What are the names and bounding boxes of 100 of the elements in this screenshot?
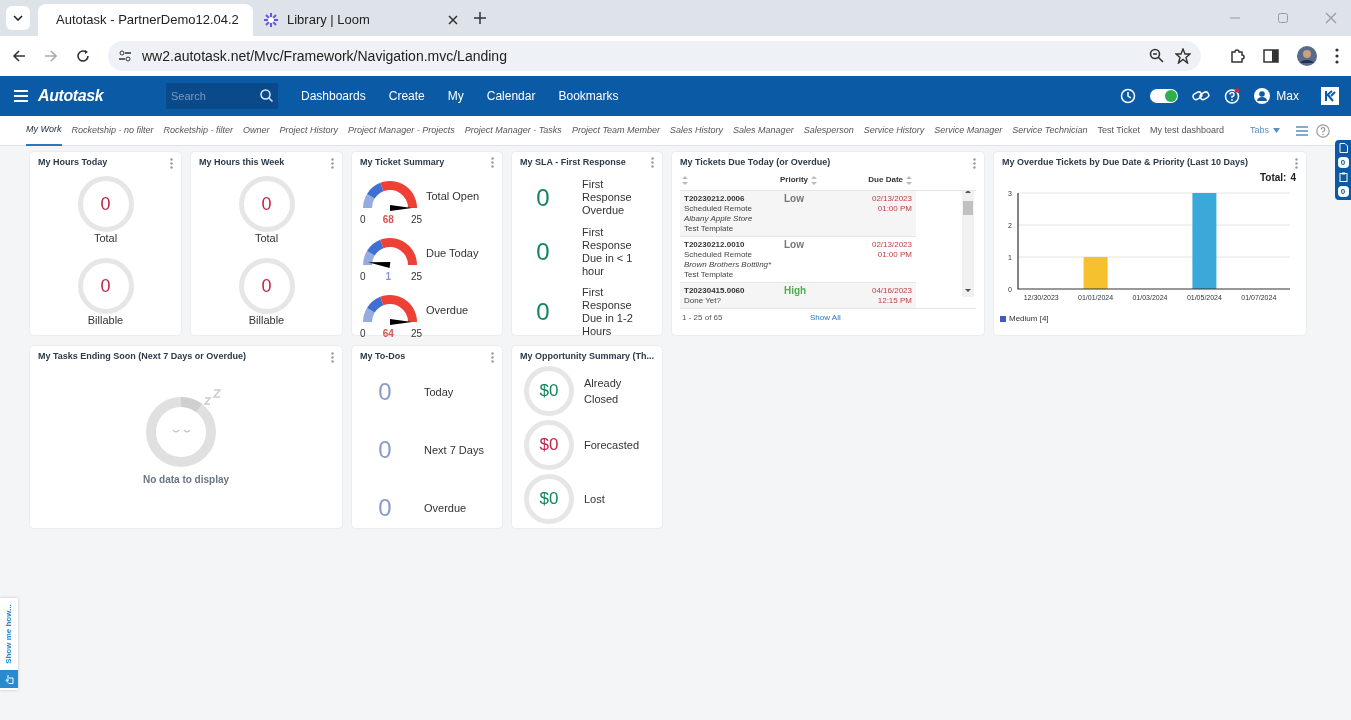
- menu-icon[interactable]: [14, 90, 28, 102]
- help-tab-label[interactable]: Show me how...: [3, 598, 15, 670]
- ticket-row[interactable]: T20230415.0060 Done Yet? High 04/16/2023 12:15 PM: [680, 283, 916, 308]
- opportunity-label: Lost: [584, 491, 605, 507]
- nav-link[interactable]: Bookmarks: [558, 87, 619, 105]
- kebab-menu-icon[interactable]: [491, 157, 494, 169]
- kebab-menu-icon[interactable]: [651, 157, 654, 169]
- back-icon[interactable]: [12, 49, 26, 63]
- gauge-needle: [368, 261, 391, 268]
- priority-text: Low: [784, 239, 804, 250]
- ticket-row[interactable]: T20230212.0006 Scheduled Remote Albany Apple Store Test Template Low 02/13/2023 01:00 PM: [680, 191, 916, 237]
- column-header[interactable]: Due Date: [852, 174, 912, 186]
- scrollbar[interactable]: [962, 191, 974, 297]
- site-icon: [263, 12, 279, 28]
- reload-icon[interactable]: [76, 49, 90, 63]
- document-icon[interactable]: [1338, 143, 1348, 153]
- kebab-menu-icon[interactable]: [973, 157, 976, 169]
- gauge-max: 25: [410, 213, 422, 225]
- counter-badge: 0: [1337, 157, 1349, 168]
- dashboard-tab[interactable]: Project Team Member: [571, 115, 661, 146]
- tab-list-button[interactable]: [6, 6, 30, 30]
- dashboard-tab[interactable]: Sales Manager: [733, 115, 794, 146]
- nav-link[interactable]: Calendar: [486, 87, 536, 105]
- dashboard-tab[interactable]: Rocketship - filter: [163, 115, 234, 146]
- browser-tab[interactable]: Library | Loom: [253, 4, 468, 36]
- due-date: 04/16/2023: [871, 286, 912, 296]
- ring-value: 0: [77, 258, 134, 314]
- gauge-min: 0: [360, 327, 366, 339]
- nav-link[interactable]: Create: [388, 87, 425, 105]
- dashboard-tab[interactable]: Project History: [279, 115, 339, 146]
- gauge-min: 0: [360, 213, 366, 225]
- nav-link[interactable]: My: [447, 87, 464, 105]
- extensions-icon[interactable]: [1229, 48, 1245, 64]
- avatar-icon[interactable]: [1297, 46, 1317, 66]
- dashboard-tab[interactable]: My Work: [26, 115, 62, 146]
- kebab-menu-icon[interactable]: [331, 157, 334, 169]
- show-all-link[interactable]: Show All: [810, 311, 841, 324]
- ring-value: $0: [524, 474, 574, 524]
- total-label: Total:: [1259, 171, 1287, 185]
- count-value: 0: [377, 435, 393, 465]
- side-panel-icon[interactable]: [1263, 48, 1279, 64]
- ticket-type: Scheduled Remote: [684, 250, 754, 260]
- dashboard-tab[interactable]: Sales History: [670, 115, 724, 146]
- clock-icon[interactable]: [1120, 88, 1137, 104]
- due-date: 02/13/2023: [871, 240, 912, 250]
- gauge-max: 25: [410, 270, 422, 282]
- tabs-menu-button[interactable]: Tabs: [1250, 123, 1281, 138]
- kebab-menu-icon[interactable]: [491, 351, 494, 363]
- count-value: 0: [535, 236, 551, 267]
- dashboard-tab[interactable]: Rocketship - no filter: [71, 115, 154, 146]
- link-icon[interactable]: [1192, 89, 1211, 103]
- bookmark-star-icon[interactable]: [1175, 48, 1191, 64]
- ring-label: Billable: [248, 314, 285, 326]
- paging-text: 1 - 25 of 65: [681, 311, 724, 324]
- chart-bar[interactable]: [1083, 257, 1108, 289]
- search-icon[interactable]: [260, 89, 273, 102]
- column-header[interactable]: Priority: [776, 174, 852, 186]
- ticket-row[interactable]: T20230212.0010 Scheduled Remote Brown Brothers Bottling* Test Template Low 02/13/2023 01:00 PM: [680, 237, 916, 283]
- dashboard-tab[interactable]: Service History: [863, 115, 925, 146]
- dashboard-tab[interactable]: Service Manager: [934, 115, 1003, 146]
- close-icon[interactable]: [448, 15, 458, 25]
- template-name: Test Template: [684, 270, 735, 280]
- toggle-switch[interactable]: [1150, 89, 1179, 103]
- address-bar[interactable]: ww2.autotask.net/Mvc/Framework/Navigation.mvc/Landing: [108, 41, 1201, 71]
- widget-title: My Hours this Week: [199, 156, 285, 170]
- ring-value: 0: [238, 258, 295, 314]
- app-logo[interactable]: Autotask: [38, 84, 158, 108]
- search-field[interactable]: Search: [166, 83, 278, 109]
- help-tab[interactable]: Show me how...: [0, 598, 18, 690]
- kebab-menu-icon[interactable]: [170, 157, 173, 169]
- site-settings-icon[interactable]: [118, 50, 132, 62]
- dashboard-tab[interactable]: Salesperson: [803, 115, 854, 146]
- new-tab-icon[interactable]: [474, 12, 486, 24]
- nav-link[interactable]: Dashboards: [301, 87, 366, 105]
- dashboard-tab[interactable]: Service Technician: [1012, 115, 1088, 146]
- template-name: Test Template: [684, 224, 735, 234]
- dashboard-tab[interactable]: Project Manager - Tasks: [464, 115, 562, 146]
- kebab-menu-icon[interactable]: [331, 351, 334, 363]
- gauge-dial: [363, 294, 417, 322]
- tab-title: Library | Loom: [287, 11, 371, 30]
- gauge-max: 25: [410, 327, 422, 339]
- app-switcher-icon[interactable]: [1321, 87, 1339, 105]
- total-value: 4: [1290, 171, 1296, 185]
- user-name[interactable]: Max: [1276, 87, 1299, 105]
- more-icon[interactable]: [1335, 48, 1339, 64]
- kebab-menu-icon[interactable]: [1295, 157, 1298, 169]
- caret-icon: [1273, 128, 1281, 133]
- count-value: 0: [535, 182, 551, 213]
- zoom-out-icon[interactable]: [1149, 48, 1165, 64]
- ring-value: $0: [524, 420, 574, 470]
- count-value: 0: [535, 296, 551, 327]
- ring-label: Total: [254, 232, 279, 244]
- dashboard-tab[interactable]: My test dashboard: [1150, 115, 1225, 146]
- dashboard-tab[interactable]: Test Ticket: [1097, 115, 1140, 146]
- dashboard-tab[interactable]: Owner: [243, 115, 270, 146]
- clipboard-icon[interactable]: [1338, 172, 1348, 182]
- dashboard-tab[interactable]: Project Manager - Projects: [348, 115, 455, 146]
- browser-tab[interactable]: Autotask - PartnerDemo12.04.2: [38, 4, 253, 36]
- due-time: 01:00 PM: [877, 204, 912, 214]
- user-icon[interactable]: [1254, 88, 1271, 104]
